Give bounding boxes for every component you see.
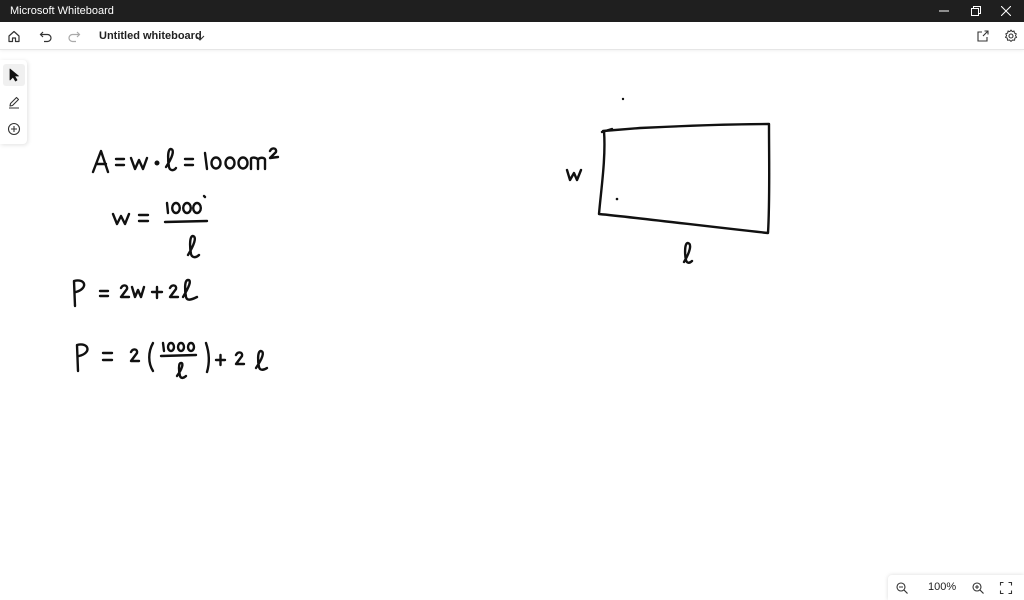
- chevron-down-icon: [195, 35, 205, 41]
- pen-tool-button[interactable]: [3, 91, 25, 113]
- redo-button[interactable]: [63, 26, 85, 46]
- home-button[interactable]: [3, 26, 25, 46]
- close-button[interactable]: [989, 0, 1023, 22]
- home-icon: [8, 30, 20, 43]
- zoom-in-button[interactable]: [968, 579, 988, 597]
- whiteboard-canvas[interactable]: [0, 51, 1024, 600]
- tool-rail: [0, 60, 27, 144]
- ink-dot: [621, 97, 625, 101]
- fit-to-screen-icon: [999, 581, 1013, 595]
- restore-icon: [971, 6, 981, 16]
- zoom-bar: 100%: [888, 575, 1024, 600]
- ink-substituted-equation: [75, 341, 269, 380]
- share-icon: [977, 30, 989, 42]
- select-tool-button[interactable]: [3, 64, 25, 86]
- fit-to-screen-button[interactable]: [996, 579, 1016, 597]
- restore-button[interactable]: [959, 0, 993, 22]
- ink-rectangle-diagram: [565, 122, 771, 264]
- share-button[interactable]: [972, 26, 994, 46]
- pointer-icon: [9, 68, 19, 82]
- toolbar: Untitled whiteboard: [0, 22, 1024, 50]
- zoom-out-icon: [896, 582, 908, 594]
- title-bar: Microsoft Whiteboard: [0, 0, 1024, 22]
- ink-area-equation: [91, 147, 280, 174]
- document-title[interactable]: Untitled whiteboard: [99, 30, 202, 42]
- zoom-level[interactable]: 100%: [928, 581, 956, 593]
- ink-perimeter-equation: [72, 278, 199, 308]
- undo-button[interactable]: [35, 26, 57, 46]
- ink-dot: [615, 197, 619, 201]
- app-title: Microsoft Whiteboard: [10, 5, 114, 17]
- close-icon: [1001, 6, 1011, 16]
- zoom-in-icon: [972, 582, 984, 594]
- add-tool-button[interactable]: [3, 118, 25, 140]
- ink-width-equation: [111, 194, 209, 259]
- add-circle-icon: [7, 122, 21, 136]
- gear-icon: [1005, 29, 1018, 42]
- undo-icon: [39, 31, 52, 43]
- pen-icon: [9, 96, 20, 109]
- minimize-button[interactable]: [927, 0, 961, 22]
- zoom-out-button[interactable]: [892, 579, 912, 597]
- ink-layer: [72, 97, 771, 380]
- redo-icon: [68, 31, 81, 43]
- settings-button[interactable]: [1000, 26, 1022, 46]
- minimize-icon: [939, 10, 949, 12]
- title-menu-button[interactable]: [195, 30, 205, 48]
